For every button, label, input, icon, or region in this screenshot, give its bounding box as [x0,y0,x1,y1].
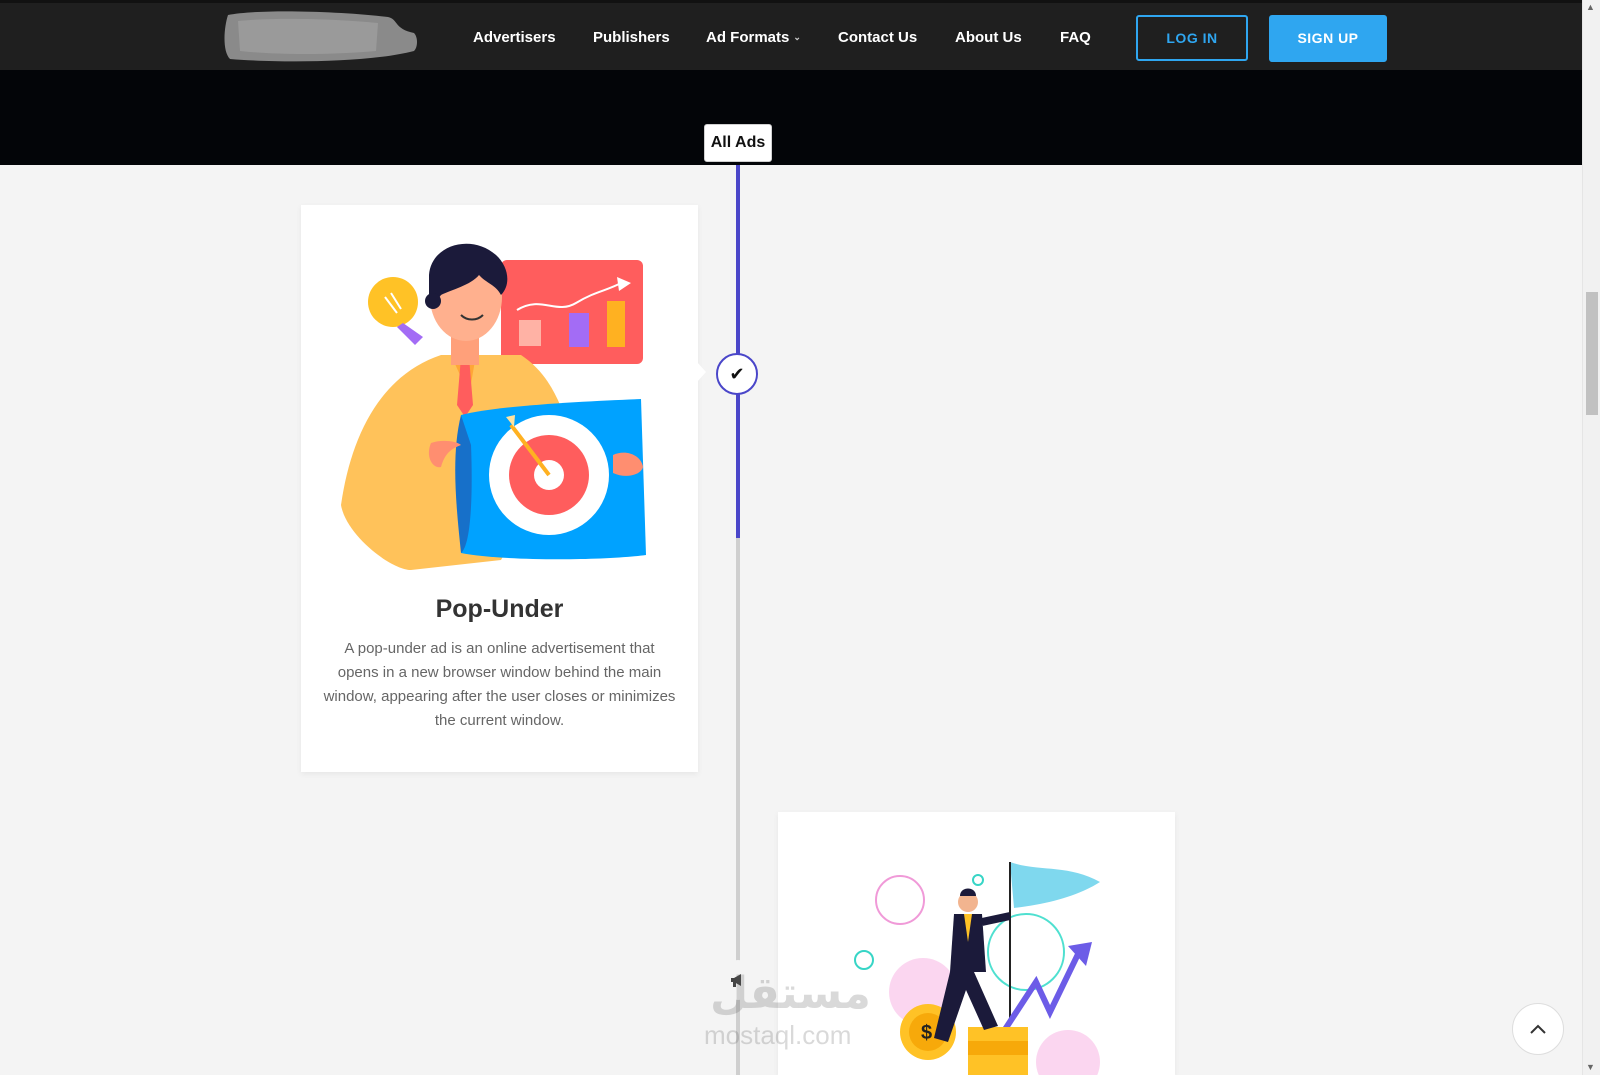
scroll-up-arrow-icon[interactable]: ▲ [1586,2,1595,12]
chevron-down-icon: ⌄ [793,32,801,42]
nav-ad-formats[interactable]: Ad Formats ⌄ [706,29,801,46]
page-scrollbar[interactable]: ▲ ▼ [1582,0,1600,1075]
ad-format-card-pop-under[interactable]: Pop-Under A pop-under ad is an online ad… [301,205,706,772]
pop-under-illustration [341,243,646,570]
nav-ad-formats-label: Ad Formats [706,29,790,46]
hero-band [0,70,1582,165]
nav-advertisers[interactable]: Advertisers [473,29,556,46]
scrollbar-thumb[interactable] [1586,292,1598,415]
all-ads-tab[interactable]: All Ads [704,124,772,162]
timeline-progress [736,165,740,538]
chevron-up-icon [1530,1024,1546,1034]
log-in-button[interactable]: LOG IN [1136,15,1248,61]
sign-up-button[interactable]: SIGN UP [1269,15,1387,62]
nav-contact-us[interactable]: Contact Us [838,29,917,46]
nav-about-us[interactable]: About Us [955,29,1022,46]
svg-text:$: $ [921,1022,932,1044]
top-navigation-bar: Advertisers Publishers Ad Formats ⌄ Conta… [0,0,1582,70]
watermark: مستقل mostaql.com [700,968,885,1050]
card-pointer [697,362,706,382]
watermark-latin: mostaql.com [704,1020,852,1050]
card-description: A pop-under ad is an online advertisemen… [323,640,676,729]
nav-publishers[interactable]: Publishers [593,29,670,46]
check-icon: ✔ [716,353,758,395]
scroll-down-arrow-icon[interactable]: ▼ [1586,1062,1595,1072]
nav-faq[interactable]: FAQ [1060,29,1091,46]
card-title: Pop-Under [435,595,564,623]
back-to-top-button[interactable] [1512,1003,1564,1055]
site-logo-redacted[interactable] [218,7,423,67]
watermark-arabic: مستقل [710,968,871,1019]
